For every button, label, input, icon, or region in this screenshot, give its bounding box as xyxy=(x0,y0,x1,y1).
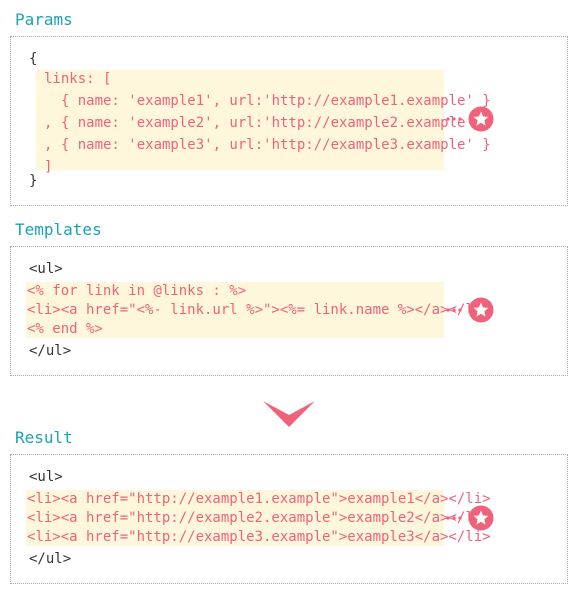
templates-line: </ul> xyxy=(29,343,72,359)
dotted-connector xyxy=(446,117,462,121)
params-line: , { name: 'example2', url:'http://exampl… xyxy=(44,115,491,131)
result-line: </ul> xyxy=(29,551,72,567)
templates-line: <ul> xyxy=(29,261,63,277)
chevron-down-icon xyxy=(263,401,315,427)
params-heading: Params xyxy=(15,10,73,29)
dotted-connector xyxy=(446,516,462,520)
params-line: } xyxy=(29,173,38,189)
params-line: { xyxy=(29,51,38,67)
dotted-connector xyxy=(446,308,462,312)
params-line: ] xyxy=(44,159,53,175)
result-line: <li><a href="http://example3.example">ex… xyxy=(27,529,491,545)
star-icon xyxy=(468,505,494,531)
params-line: links: [ xyxy=(44,71,112,87)
params-line: { name: 'example1', url:'http://example1… xyxy=(44,93,491,109)
templates-heading: Templates xyxy=(15,220,102,239)
result-line: <ul> xyxy=(29,469,63,485)
result-heading: Result xyxy=(15,428,73,447)
params-line: , { name: 'example3', url:'http://exampl… xyxy=(44,137,491,153)
star-icon xyxy=(468,106,494,132)
templates-line: <% end %> xyxy=(27,321,103,337)
star-icon xyxy=(468,297,494,323)
